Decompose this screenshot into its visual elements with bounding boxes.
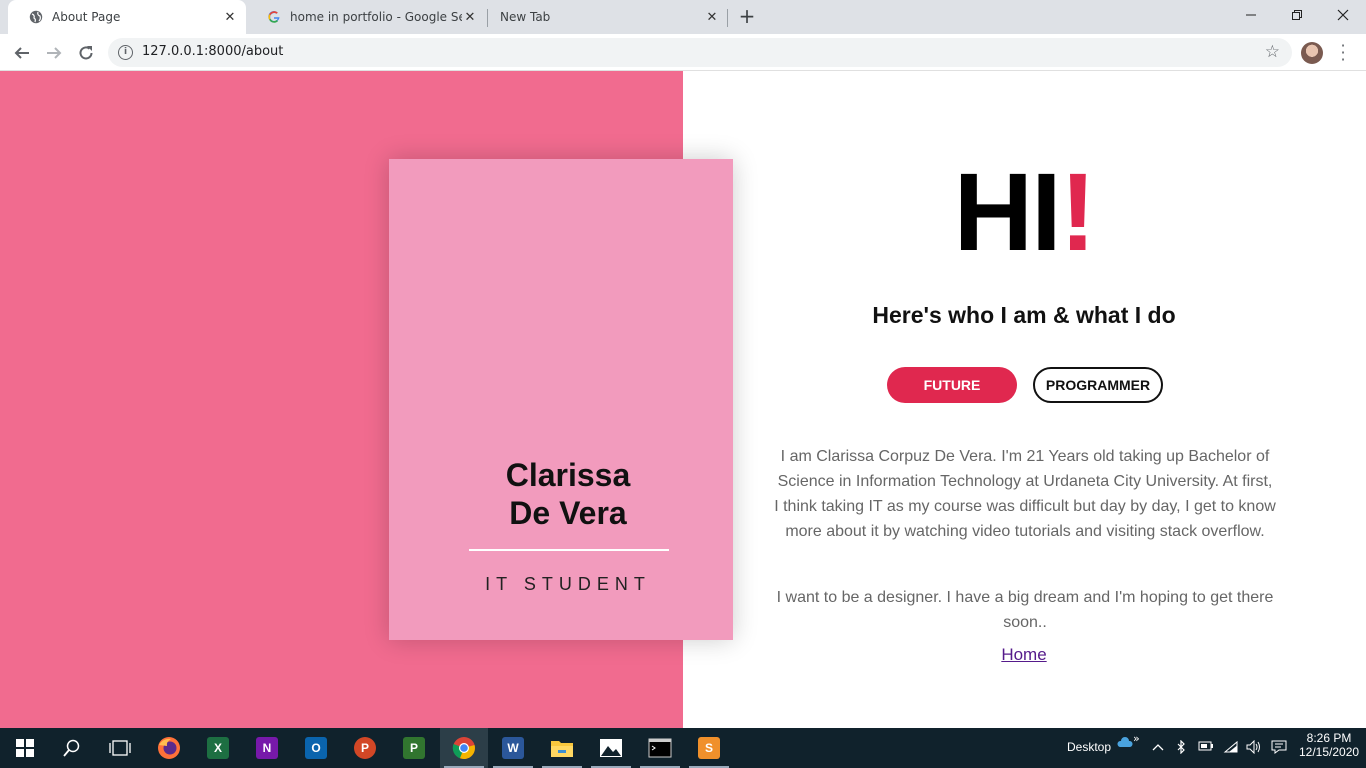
tab-about-page[interactable]: About Page ✕ — [8, 0, 246, 34]
clock-date: 12/15/2020 — [1299, 745, 1360, 759]
future-button[interactable]: FUTURE — [887, 367, 1017, 403]
minimize-button[interactable] — [1228, 0, 1274, 30]
photos-icon[interactable] — [596, 733, 626, 763]
address-bar[interactable]: i 127.0.0.1:8000/about ☆ — [108, 38, 1292, 67]
reload-button[interactable] — [72, 39, 100, 67]
tab-google-search[interactable]: home in portfolio - Google Searc ✕ — [246, 0, 486, 34]
tab-title: home in portfolio - Google Searc — [290, 10, 462, 24]
dream-paragraph: I want to be a designer. I have a big dr… — [776, 589, 1274, 631]
card-last-name: De Vera — [509, 495, 627, 531]
hi-exclamation: ! — [1059, 151, 1097, 274]
notifications-icon[interactable] — [1271, 740, 1287, 758]
globe-icon — [28, 9, 44, 25]
project-icon[interactable]: P — [399, 733, 429, 763]
firefox-icon[interactable] — [154, 733, 184, 763]
terminal-icon[interactable] — [645, 733, 675, 763]
browser-menu-icon[interactable]: · · · — [1338, 38, 1348, 68]
card-name: Clarissa De Vera — [389, 456, 733, 532]
profile-avatar[interactable] — [1301, 42, 1323, 64]
restore-button[interactable] — [1274, 0, 1320, 30]
about-paragraph: I am Clarissa Corpuz De Vera. I'm 21 Yea… — [774, 448, 1276, 540]
headline: Here's who I am & what I do — [872, 302, 1176, 328]
reload-icon — [79, 46, 93, 60]
search-icon[interactable] — [57, 733, 87, 763]
desktop-toolbar-label[interactable]: Desktop — [1067, 740, 1111, 754]
close-window-button[interactable] — [1320, 0, 1366, 30]
forward-button[interactable] — [40, 39, 68, 67]
bookmark-star-icon[interactable]: ☆ — [1265, 42, 1280, 62]
google-icon — [266, 9, 282, 25]
tab-new-tab[interactable]: New Tab ✕ — [488, 0, 728, 34]
new-tab-button[interactable]: + — [736, 6, 758, 28]
hi-heading: HI! — [924, 158, 1124, 268]
card-first-name: Clarissa — [505, 457, 631, 493]
close-tab-icon[interactable]: ✕ — [462, 9, 478, 25]
powerpoint-icon[interactable]: P — [350, 733, 380, 763]
show-hidden-icons-icon[interactable] — [1152, 740, 1164, 755]
forward-arrow-icon — [47, 47, 62, 59]
onenote-icon[interactable]: N — [252, 733, 282, 763]
windows-start-icon[interactable] — [10, 733, 40, 763]
close-tab-icon[interactable]: ✕ — [704, 9, 720, 25]
clock-time: 8:26 PM — [1306, 731, 1352, 745]
minimize-icon — [1246, 14, 1256, 16]
url-text: 127.0.0.1:8000/about — [142, 44, 284, 59]
hi-text: HI — [953, 151, 1062, 274]
tab-title: About Page — [52, 10, 121, 24]
wifi-icon[interactable] — [1223, 740, 1239, 758]
browser-toolbar: i 127.0.0.1:8000/about ☆ — [0, 34, 1366, 71]
word-icon[interactable]: W — [498, 733, 528, 763]
home-link[interactable]: Home — [974, 645, 1074, 665]
sublime-text-icon[interactable]: S — [694, 733, 724, 763]
tab-title: New Tab — [500, 10, 551, 24]
restore-icon — [1292, 10, 1302, 20]
excel-icon[interactable]: X — [203, 733, 233, 763]
back-arrow-icon — [14, 47, 29, 59]
chrome-icon[interactable] — [449, 733, 479, 763]
about-page: Clarissa De Vera IT STUDENT HI! Here's w… — [0, 71, 1366, 728]
file-explorer-icon[interactable] — [547, 733, 577, 763]
windows-taskbar: X N O P P W S Desktop » 8:26 PM 12/15/20… — [0, 728, 1366, 768]
close-icon — [1337, 9, 1349, 21]
back-button[interactable] — [8, 39, 36, 67]
clock[interactable]: 8:26 PM 12/15/2020 — [1299, 731, 1359, 759]
card-divider — [469, 549, 669, 551]
task-view-icon[interactable] — [105, 733, 135, 763]
volume-icon[interactable] — [1246, 739, 1262, 758]
onedrive-icon[interactable] — [1117, 736, 1133, 751]
bluetooth-icon[interactable] — [1177, 739, 1186, 758]
overflow-chevron-icon[interactable]: » — [1133, 732, 1140, 745]
outlook-icon[interactable]: O — [301, 733, 331, 763]
site-info-icon[interactable]: i — [118, 45, 133, 60]
programmer-button[interactable]: PROGRAMMER — [1033, 367, 1163, 403]
card-role: IT STUDENT — [485, 574, 651, 594]
battery-icon[interactable] — [1198, 740, 1214, 756]
tab-divider — [727, 9, 728, 27]
close-tab-icon[interactable]: ✕ — [222, 9, 238, 25]
profile-card: Clarissa De Vera IT STUDENT — [389, 159, 733, 640]
tab-strip: About Page ✕ home in portfolio - Google … — [0, 0, 1366, 34]
